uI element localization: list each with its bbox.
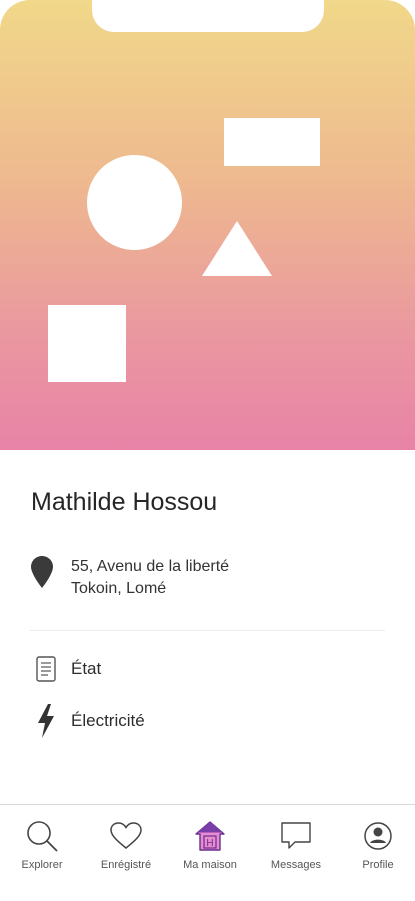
placeholder-square (48, 305, 126, 382)
divider (30, 630, 385, 631)
lightning-icon (33, 704, 59, 738)
state-row[interactable]: État (33, 652, 101, 686)
nav-home[interactable]: H Ma maison (170, 819, 250, 871)
user-circle-icon (338, 819, 415, 853)
document-icon (33, 652, 59, 686)
state-label: État (71, 659, 102, 678)
owner-name: Mathilde Hossou (31, 488, 218, 516)
nav-saved[interactable]: Enrégistré (86, 819, 166, 871)
nav-explorer-label: Explorer (21, 859, 63, 871)
nav-saved-label: Enrégistré (100, 859, 152, 871)
screen-corner-right (385, 0, 415, 30)
electricity-label: Électricité (71, 711, 145, 730)
nav-messages[interactable]: Messages (256, 819, 336, 871)
map-pin-icon (31, 556, 53, 588)
electricity-row[interactable]: Électricité (33, 704, 145, 738)
house-icon: H (170, 819, 250, 853)
screen-corner-left (0, 0, 30, 30)
chat-bubble-icon (256, 819, 336, 853)
nav-explorer[interactable]: Explorer (2, 819, 82, 871)
placeholder-circle (87, 155, 182, 250)
placeholder-triangle (202, 221, 272, 276)
address-line-1: 55, Avenu de la liberté (71, 558, 230, 575)
heart-icon (86, 819, 166, 853)
bottom-navigation: Explorer Enrégistré H Ma maison Messages (0, 804, 415, 901)
address-block: 55, Avenu de la liberté Tokoin, Lomé (31, 556, 229, 600)
nav-profile[interactable]: Profile (338, 819, 415, 871)
address-line-2: Tokoin, Lomé (71, 580, 167, 597)
header-image (0, 0, 415, 450)
nav-home-label: Ma maison (183, 859, 237, 871)
address-text: 55, Avenu de la liberté Tokoin, Lomé (71, 556, 229, 600)
nav-messages-label: Messages (270, 859, 322, 871)
svg-text:H: H (206, 838, 213, 849)
search-icon (2, 819, 82, 853)
placeholder-rectangle (224, 118, 320, 166)
nav-profile-label: Profile (362, 859, 394, 871)
device-notch (92, 0, 324, 32)
